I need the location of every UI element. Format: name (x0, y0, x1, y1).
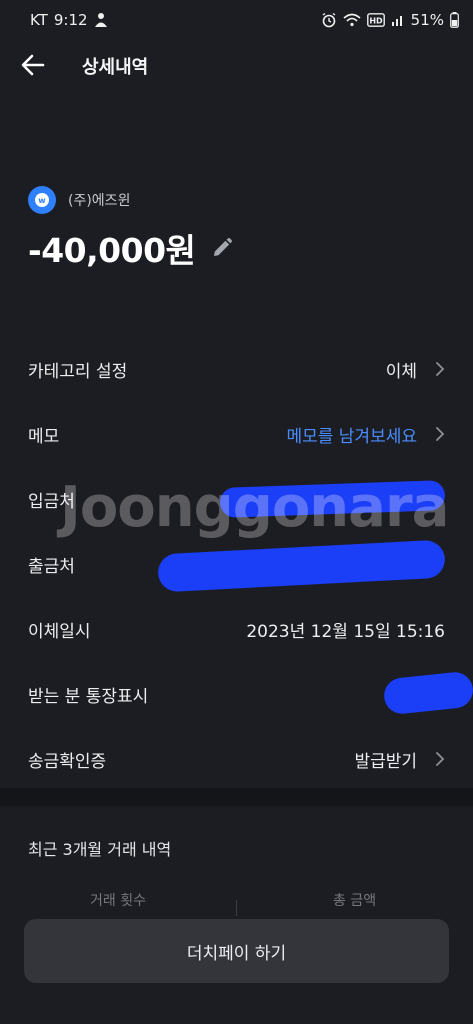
amount-row: -40,000원 (28, 224, 235, 272)
chevron-right-icon (433, 425, 447, 443)
dutch-pay-button[interactable]: 더치페이 하기 (24, 919, 449, 983)
alarm-icon (321, 12, 337, 28)
redaction-scribble (219, 480, 446, 518)
status-right: HD 51% (321, 11, 459, 29)
category-value: 이체 (385, 362, 417, 382)
app-bar: 상세내역 (0, 40, 473, 90)
detail-list: 카테고리 설정 이체 메모 메모를 남겨보세요 입금처 출금처 이체일시 202… (0, 336, 473, 791)
status-left: KT 9:12 (30, 11, 108, 29)
redaction-scribble (382, 670, 473, 716)
wifi-icon (343, 13, 361, 27)
transfer-time-value: 2023년 12월 15일 15:16 (246, 622, 445, 642)
certificate-value: 발급받기 (354, 752, 417, 772)
recent-total-header: 총 금액 (333, 893, 377, 909)
status-bar: KT 9:12 HD 51% (0, 0, 473, 40)
transaction-detail-screen: KT 9:12 HD 51% 상세내역 w (주)에즈윈 -40,000원 카테… (0, 0, 473, 1024)
merchant-name: (주)에즈윈 (68, 193, 131, 209)
recipient-statement-row: 받는 분 통장표시 (0, 661, 473, 726)
section-divider (0, 788, 473, 806)
hd-voice-icon: HD (366, 13, 385, 27)
merchant-info: w (주)에즈윈 (28, 186, 130, 214)
certificate-label: 송금확인증 (28, 752, 107, 772)
carrier-label: KT (30, 11, 48, 29)
memo-value: 메모를 남겨보세요 (286, 427, 417, 447)
merchant-logo-icon: w (28, 186, 56, 214)
redaction-scribble (157, 539, 446, 593)
arrow-left-icon (21, 54, 45, 76)
withdraw-from-label: 출금처 (28, 557, 75, 577)
clock: 9:12 (53, 11, 88, 29)
withdraw-from-row: 출금처 (0, 531, 473, 596)
merchant-logo-letter: w (35, 193, 49, 207)
category-label: 카테고리 설정 (28, 362, 128, 382)
hd-badge-text: HD (369, 17, 383, 26)
recipient-statement-label: 받는 분 통장표시 (28, 687, 149, 707)
battery-icon (450, 12, 459, 28)
battery-percent: 51% (410, 11, 444, 29)
notification-person-icon (94, 12, 108, 28)
recent-history-title: 최근 3개월 거래 내역 (28, 840, 172, 859)
transfer-time-label: 이체일시 (28, 622, 91, 642)
deposit-to-label: 입금처 (28, 492, 75, 512)
certificate-row[interactable]: 송금확인증 발급받기 (0, 726, 473, 791)
category-row[interactable]: 카테고리 설정 이체 (0, 336, 473, 401)
transaction-amount: -40,000원 (28, 231, 196, 270)
memo-row[interactable]: 메모 메모를 남겨보세요 (0, 401, 473, 466)
chevron-right-icon (433, 360, 447, 378)
signal-icon (391, 13, 405, 27)
column-divider (236, 900, 237, 916)
memo-label: 메모 (28, 427, 60, 447)
recent-count-header: 거래 횟수 (90, 893, 146, 909)
page-title: 상세내역 (82, 57, 149, 78)
chevron-right-icon (433, 750, 447, 768)
transfer-time-row: 이체일시 2023년 12월 15일 15:16 (0, 596, 473, 661)
back-button[interactable] (18, 50, 48, 80)
deposit-to-row: 입금처 (0, 466, 473, 531)
pencil-icon[interactable] (209, 235, 235, 261)
